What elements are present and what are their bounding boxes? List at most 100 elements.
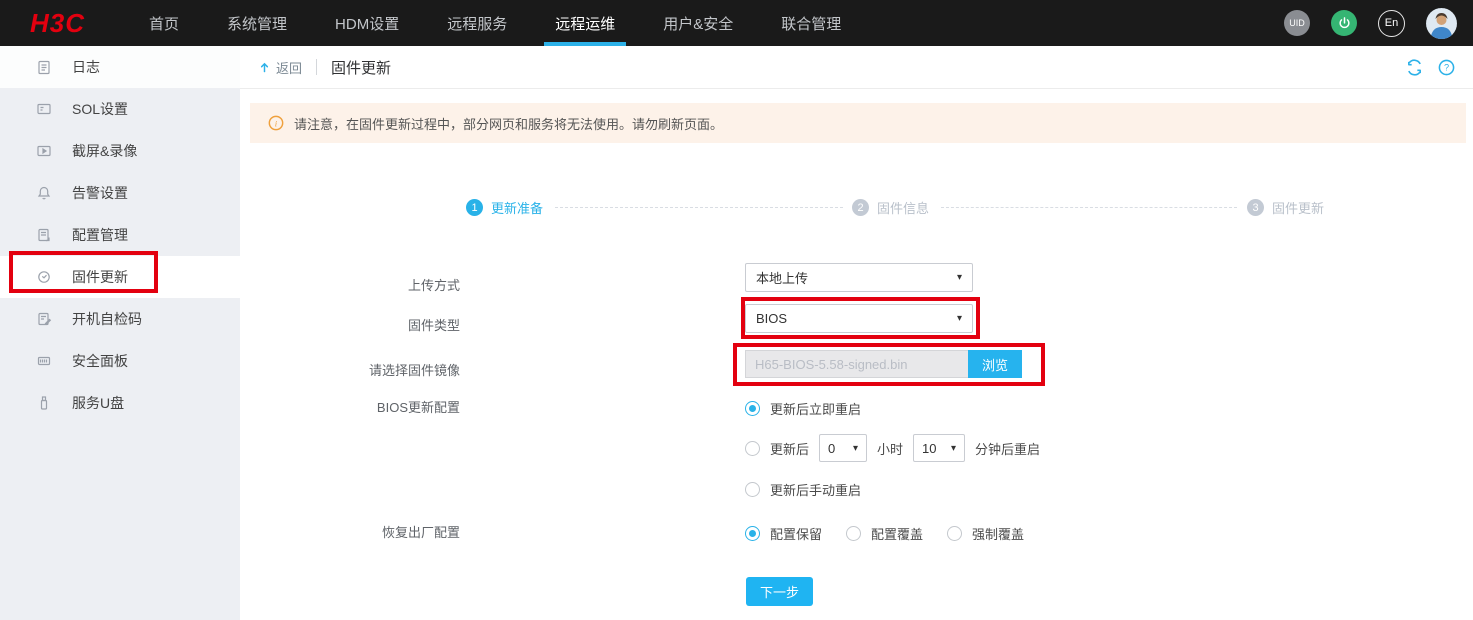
step-2-label: 固件信息: [877, 198, 929, 217]
power-button[interactable]: [1331, 10, 1357, 36]
chevron-down-icon: ▾: [957, 313, 962, 324]
step-1-update-prepare: 1 更新准备: [466, 198, 543, 217]
bios-update-config-label: BIOS更新配置: [180, 394, 460, 422]
screen-record-icon: [36, 143, 52, 159]
sidebar-item-screen-record[interactable]: 截屏&录像: [0, 130, 240, 172]
minute-select[interactable]: 10 ▾: [913, 434, 965, 462]
sidebar-item-label: 配置管理: [72, 225, 128, 245]
firmware-type-label: 固件类型: [180, 311, 460, 340]
hour-select[interactable]: 0 ▾: [819, 434, 867, 462]
sidebar-item-label: 服务U盘: [72, 393, 124, 413]
firmware-image-field: H65-BIOS-5.58-signed.bin: [745, 350, 968, 378]
sidebar-item-alarm-settings[interactable]: 告警设置: [0, 172, 240, 214]
nav-item-home[interactable]: 首页: [132, 0, 196, 46]
log-icon: [36, 59, 52, 75]
nav-item-system-mgmt[interactable]: 系统管理: [210, 0, 304, 46]
warning-banner: i 请注意，在固件更新过程中，部分网页和服务将无法使用。请勿刷新页面。: [250, 103, 1466, 143]
header-actions: ?: [1406, 59, 1455, 76]
alarm-bell-icon: [36, 185, 52, 201]
sol-icon: [36, 101, 52, 117]
radio-config-preserve[interactable]: [745, 526, 760, 541]
sidebar-item-label: 截屏&录像: [72, 141, 137, 161]
sidebar-item-label: 日志: [72, 57, 100, 77]
radio-restart-manually[interactable]: [745, 482, 760, 497]
firmware-image-label: 请选择固件镜像: [180, 357, 460, 385]
firmware-type-value: BIOS: [756, 311, 787, 326]
firmware-update-icon: [36, 269, 52, 285]
sidebar-item-label: 告警设置: [72, 183, 128, 203]
radio-force-overwrite-label: 强制覆盖: [972, 524, 1024, 543]
nav-right-actions: UID En: [1284, 0, 1457, 46]
upload-method-select[interactable]: 本地上传 ▾: [745, 263, 973, 292]
step-3-firmware-update: 3 固件更新: [1247, 198, 1324, 217]
warning-text: 请注意，在固件更新过程中，部分网页和服务将无法使用。请勿刷新页面。: [294, 114, 723, 133]
breadcrumb-divider: [316, 59, 317, 75]
config-file-icon: [36, 227, 52, 243]
factory-config-label: 恢复出厂配置: [180, 519, 460, 547]
minute-value: 10: [922, 441, 936, 456]
sidebar-item-label: 固件更新: [72, 267, 128, 287]
step-1-label: 更新准备: [491, 198, 543, 217]
sidebar-item-label: 安全面板: [72, 351, 128, 371]
user-avatar[interactable]: [1426, 8, 1457, 39]
radio-restart-immediately-label: 更新后立即重启: [770, 399, 861, 418]
uid-button[interactable]: UID: [1284, 10, 1310, 36]
top-nav-menu: 首页 系统管理 HDM设置 远程服务 远程运维 用户&安全 联合管理: [125, 0, 865, 46]
sidebar-item-config-mgmt[interactable]: 配置管理: [0, 214, 240, 256]
nav-item-hdm-settings[interactable]: HDM设置: [318, 0, 416, 46]
back-arrow-icon: [258, 61, 271, 74]
chevron-down-icon: ▾: [957, 272, 962, 283]
back-label: 返回: [276, 58, 302, 77]
svg-text:i: i: [275, 118, 278, 128]
radio-config-overwrite-label: 配置覆盖: [871, 524, 923, 543]
step-3-label: 固件更新: [1272, 198, 1324, 217]
step-connector-1: [555, 207, 843, 208]
nav-item-federation[interactable]: 联合管理: [764, 0, 858, 46]
usb-drive-icon: [36, 395, 52, 411]
sidebar-item-log[interactable]: 日志: [0, 46, 240, 88]
sidebar-item-sol-settings[interactable]: SOL设置: [0, 88, 240, 130]
radio-restart-manually-label: 更新后手动重启: [770, 480, 861, 499]
power-icon: [1337, 16, 1352, 31]
firmware-update-page: H3C 首页 系统管理 HDM设置 远程服务 远程运维 用户&安全 联合管理 U…: [0, 0, 1473, 620]
language-button[interactable]: En: [1378, 10, 1405, 37]
nav-item-remote-ops[interactable]: 远程运维: [538, 0, 632, 46]
radio-restart-immediately[interactable]: [745, 401, 760, 416]
refresh-icon[interactable]: [1406, 59, 1423, 76]
hour-value: 0: [828, 441, 835, 456]
sidebar-item-label: SOL设置: [72, 99, 128, 119]
svg-text:?: ?: [1444, 62, 1449, 72]
hour-unit-label: 小时: [877, 439, 903, 458]
post-code-icon: [36, 311, 52, 327]
step-3-number: 3: [1247, 199, 1264, 216]
help-icon[interactable]: ?: [1438, 59, 1455, 76]
content-header: 返回 固件更新 ?: [240, 46, 1473, 89]
minute-unit-label: 分钟后重启: [975, 439, 1040, 458]
chevron-down-icon: ▾: [853, 443, 858, 454]
browse-button[interactable]: 浏览: [968, 350, 1022, 378]
step-2-number: 2: [852, 199, 869, 216]
step-2-firmware-info: 2 固件信息: [852, 198, 929, 217]
back-button[interactable]: 返回: [258, 58, 302, 77]
upload-method-label: 上传方式: [180, 271, 460, 300]
upload-method-value: 本地上传: [756, 268, 808, 287]
top-nav-bar: H3C 首页 系统管理 HDM设置 远程服务 远程运维 用户&安全 联合管理 U…: [0, 0, 1473, 46]
stepper: 1 更新准备 2 固件信息 3 固件更新: [240, 198, 1473, 218]
h3c-logo: H3C: [30, 8, 125, 39]
firmware-type-select[interactable]: BIOS ▾: [745, 304, 973, 333]
restart-delayed-prefix: 更新后: [770, 439, 809, 458]
chevron-down-icon: ▾: [951, 443, 956, 454]
step-connector-2: [941, 207, 1237, 208]
next-step-button[interactable]: 下一步: [746, 577, 813, 606]
sidebar-item-label: 开机自检码: [72, 309, 142, 329]
radio-config-preserve-label: 配置保留: [770, 524, 822, 543]
info-icon: i: [268, 115, 284, 131]
radio-restart-delayed[interactable]: [745, 441, 760, 456]
nav-item-user-security[interactable]: 用户&安全: [646, 0, 750, 46]
page-title: 固件更新: [331, 57, 391, 78]
nav-item-remote-service[interactable]: 远程服务: [430, 0, 524, 46]
radio-config-overwrite[interactable]: [846, 526, 861, 541]
security-panel-icon: [36, 353, 52, 369]
radio-force-overwrite[interactable]: [947, 526, 962, 541]
step-1-number: 1: [466, 199, 483, 216]
